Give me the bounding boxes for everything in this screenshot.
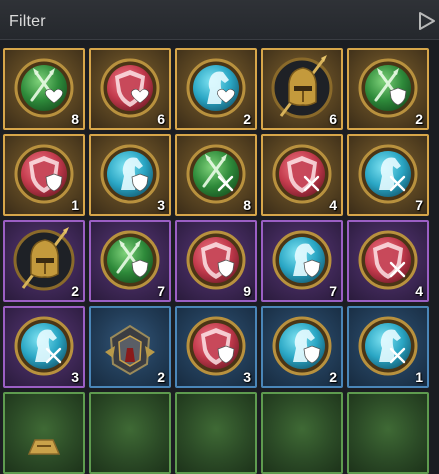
item-count: 2: [243, 111, 251, 127]
inventory-slot[interactable]: 7: [89, 220, 171, 302]
unknown-icon: [263, 394, 341, 472]
unknown-icon: [91, 394, 169, 472]
inventory-slot[interactable]: 8: [3, 48, 85, 130]
inventory-slot[interactable]: 3: [3, 306, 85, 388]
item-count: 3: [243, 369, 251, 385]
item-count: 3: [157, 197, 165, 213]
inventory-slot[interactable]: 3: [175, 306, 257, 388]
inventory-slot[interactable]: 2: [3, 220, 85, 302]
item-count: 6: [329, 111, 337, 127]
inventory-slot[interactable]: [3, 392, 85, 474]
unknown-icon: [177, 394, 255, 472]
inventory-slot[interactable]: 3: [89, 134, 171, 216]
item-count: 4: [415, 283, 423, 299]
inventory-slot[interactable]: 9: [175, 220, 257, 302]
inventory-slot[interactable]: 6: [261, 48, 343, 130]
item-count: 2: [329, 369, 337, 385]
inventory-slot[interactable]: [89, 392, 171, 474]
inventory-slot[interactable]: 2: [347, 48, 429, 130]
item-count: 8: [243, 197, 251, 213]
item-count: 2: [157, 369, 165, 385]
filter-title: Filter: [9, 13, 46, 30]
filter-bar: Filter: [0, 0, 439, 40]
inventory-slot[interactable]: 7: [261, 220, 343, 302]
item-count: 8: [71, 111, 79, 127]
inventory-slot[interactable]: 1: [3, 134, 85, 216]
armor-gold-partial-icon: [27, 439, 61, 455]
inventory-slot[interactable]: 6: [89, 48, 171, 130]
item-count: 6: [157, 111, 165, 127]
inventory-slot[interactable]: [261, 392, 343, 474]
item-count: 2: [71, 283, 79, 299]
item-count: 4: [329, 197, 337, 213]
inventory-slot[interactable]: 2: [89, 306, 171, 388]
item-count: 7: [329, 283, 337, 299]
item-count: 1: [415, 369, 423, 385]
unknown-icon: [349, 394, 427, 472]
play-arrow-icon[interactable]: [417, 12, 437, 30]
inventory-grid: 8 6 2 6 2 1 3 8 4 7 2 7 9 7 4 3 2 3 2 1: [3, 48, 429, 474]
inventory-slot[interactable]: 4: [347, 220, 429, 302]
inventory-slot[interactable]: 8: [175, 134, 257, 216]
inventory-slot[interactable]: 1: [347, 306, 429, 388]
inventory-slot[interactable]: 7: [347, 134, 429, 216]
item-count: 7: [415, 197, 423, 213]
item-count: 9: [243, 283, 251, 299]
inventory-slot[interactable]: [347, 392, 429, 474]
inventory-slot[interactable]: 2: [175, 48, 257, 130]
item-count: 3: [71, 369, 79, 385]
item-count: 2: [415, 111, 423, 127]
item-count: 1: [71, 197, 79, 213]
inventory-slot[interactable]: 4: [261, 134, 343, 216]
inventory-slot[interactable]: 2: [261, 306, 343, 388]
item-count: 7: [157, 283, 165, 299]
inventory-slot[interactable]: [175, 392, 257, 474]
